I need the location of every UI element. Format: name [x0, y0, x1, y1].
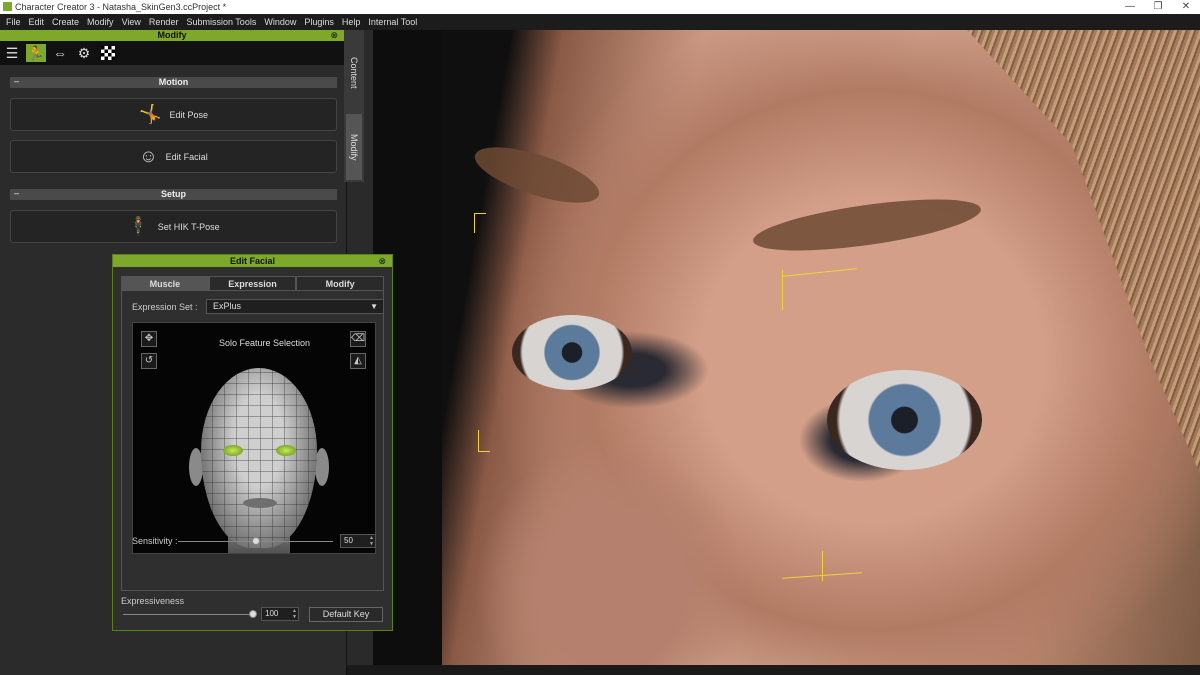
facial-tabs: Muscle Expression Modify — [121, 276, 385, 291]
edit-facial-title: Edit Facial — [229, 256, 275, 266]
section-setup[interactable]: – Setup — [10, 188, 337, 200]
menu-render[interactable]: Render — [145, 17, 183, 27]
menu-create[interactable]: Create — [48, 17, 83, 27]
edit-pose-button[interactable]: 🤸 Edit Pose — [10, 98, 337, 131]
menu-modify[interactable]: Modify — [83, 17, 118, 27]
section-motion-label: Motion — [158, 77, 189, 87]
close-window-button[interactable]: ✕ — [1172, 0, 1200, 14]
menu-file[interactable]: File — [2, 17, 25, 27]
sliders-icon[interactable]: ☰ — [2, 44, 22, 62]
menu-edit[interactable]: Edit — [25, 17, 49, 27]
expressiveness-label: Expressiveness — [121, 596, 185, 606]
menu-internal-tool[interactable]: Internal Tool — [364, 17, 421, 27]
modify-panel-title: Modify — [157, 30, 187, 40]
checker-icon[interactable] — [98, 44, 118, 62]
expressiveness-spinbox[interactable]: 100 ▲ ▼ — [261, 607, 299, 621]
spin-arrows-icon[interactable]: ▲ ▼ — [292, 608, 297, 620]
muscle-panel: Expression Set : ExPlus ▼ ✥ ↺ ⌫ ◭ Solo F… — [121, 291, 384, 591]
modify-panel-header: Modify ⊗ — [0, 30, 344, 41]
face-edit-icon: ☺ — [139, 146, 158, 166]
expression-set-dropdown[interactable]: ExPlus ▼ — [206, 299, 384, 314]
set-hik-tpose-button[interactable]: 🕴 Set HIK T-Pose — [10, 210, 337, 243]
solo-feature-label: Solo Feature Selection — [219, 338, 311, 348]
edit-facial-header[interactable]: Edit Facial ⊗ — [113, 255, 392, 267]
section-motion[interactable]: – Motion — [10, 76, 337, 88]
edit-facial-dialog: Edit Facial ⊗ Muscle Expression Modify E… — [112, 254, 393, 631]
set-hik-label: Set HIK T-Pose — [157, 221, 220, 232]
left-eye-render — [512, 315, 632, 390]
section-setup-label: Setup — [160, 189, 186, 199]
expressiveness-slider[interactable] — [123, 614, 253, 615]
menu-help[interactable]: Help — [338, 17, 365, 27]
head-model — [201, 368, 317, 548]
viewport-bottom-bar — [347, 665, 1200, 675]
menu-view[interactable]: View — [118, 17, 145, 27]
side-tabs: Content Modify — [344, 30, 364, 182]
tab-content[interactable]: Content — [346, 38, 362, 108]
expression-set-label: Expression Set : — [132, 302, 198, 312]
pose-icon: 🤸 — [139, 104, 162, 124]
sensitivity-slider-handle[interactable] — [251, 537, 260, 545]
collapse-icon[interactable]: – — [14, 76, 19, 87]
menu-bar: File Edit Create Modify View Render Subm… — [0, 14, 1200, 30]
right-ear-model — [315, 448, 329, 486]
minimize-button[interactable]: — — [1116, 0, 1144, 14]
tab-modify[interactable]: Modify — [346, 114, 362, 180]
default-key-button[interactable]: Default Key — [309, 607, 383, 622]
face-muscle-view[interactable]: ✥ ↺ ⌫ ◭ Solo Feature Selection — [132, 322, 376, 554]
edit-pose-label: Edit Pose — [169, 109, 208, 120]
select-feature-icon[interactable]: ✥ — [141, 331, 157, 347]
modify-toolbar: ☰ 🏃 ⇔ ⚙ — [0, 41, 344, 65]
mirror-icon[interactable]: ◭ — [350, 353, 366, 369]
edit-facial-button[interactable]: ☺ Edit Facial — [10, 140, 337, 173]
app-icon — [3, 2, 12, 11]
motion-icon[interactable]: 🏃 — [26, 44, 46, 62]
eye-muscle-region[interactable] — [223, 445, 243, 456]
tab-muscle[interactable]: Muscle — [121, 276, 209, 291]
maximize-button[interactable]: ❐ — [1144, 0, 1172, 14]
eye-muscle-region[interactable] — [276, 445, 296, 456]
collapse-icon[interactable]: – — [14, 188, 19, 199]
tab-expression[interactable]: Expression — [208, 276, 297, 291]
reset-icon[interactable]: ↺ — [141, 353, 157, 369]
mouth-model[interactable] — [243, 498, 277, 508]
menu-plugins[interactable]: Plugins — [300, 17, 338, 27]
close-icon[interactable]: ⊗ — [378, 255, 386, 267]
tpose-icon: 🕴 — [127, 216, 150, 236]
sensitivity-spinbox[interactable]: 50 ▲ ▼ — [340, 534, 376, 548]
tab-modify-facial[interactable]: Modify — [296, 276, 385, 291]
menu-submission-tools[interactable]: Submission Tools — [182, 17, 260, 27]
sensitivity-value: 50 — [344, 536, 353, 545]
feature-marker[interactable] — [474, 213, 486, 233]
3d-viewport[interactable] — [347, 30, 1200, 675]
right-eye-render — [827, 370, 982, 470]
expressiveness-value: 100 — [265, 609, 279, 618]
feature-marker[interactable] — [822, 551, 823, 581]
close-icon[interactable]: ⊗ — [330, 30, 338, 41]
dropdown-arrow-icon: ▼ — [370, 302, 378, 311]
title-bar: Character Creator 3 - Natasha_SkinGen3.c… — [0, 0, 1200, 14]
spin-arrows-icon[interactable]: ▲ ▼ — [369, 535, 374, 547]
expressiveness-slider-handle[interactable] — [249, 610, 257, 618]
window-title: Character Creator 3 - Natasha_SkinGen3.c… — [15, 2, 227, 12]
expression-set-value: ExPlus — [213, 301, 242, 311]
sensitivity-label: Sensitivity : — [132, 536, 178, 546]
edit-facial-label: Edit Facial — [165, 151, 208, 162]
eraser-icon[interactable]: ⌫ — [350, 331, 366, 347]
material-icon[interactable]: ⚙ — [74, 44, 94, 62]
morph-icon[interactable]: ⇔ — [50, 44, 70, 62]
feature-marker[interactable] — [478, 430, 490, 452]
menu-window[interactable]: Window — [260, 17, 300, 27]
